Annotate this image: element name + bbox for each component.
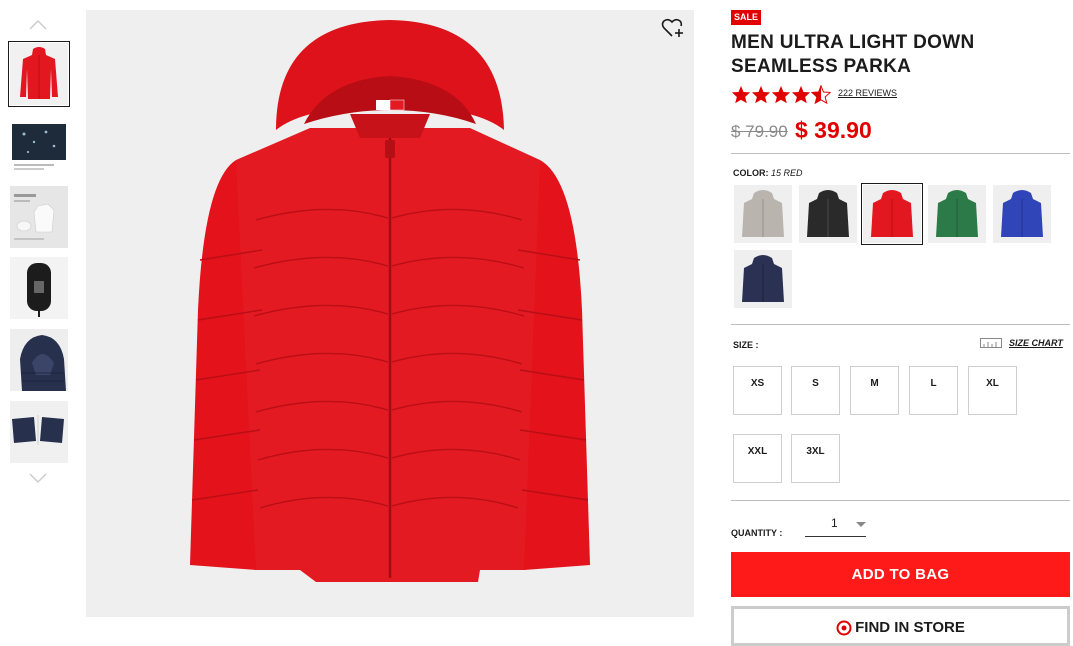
find-in-store-button[interactable]: FIND IN STORE bbox=[731, 606, 1070, 646]
star-icon bbox=[751, 85, 771, 104]
sale-badge: SALE bbox=[731, 10, 762, 25]
selected-color: 15 RED bbox=[771, 168, 803, 178]
swatch-blue[interactable] bbox=[993, 185, 1051, 243]
size-option-xs[interactable]: XS bbox=[733, 366, 782, 415]
size-option-3xl[interactable]: 3XL bbox=[791, 434, 840, 483]
reviews-link[interactable]: 222 REVIEWS bbox=[838, 88, 897, 98]
thumbnail-navy-sleeve-detail[interactable] bbox=[10, 401, 68, 463]
size-option-m[interactable]: M bbox=[850, 366, 899, 415]
swatch-navy[interactable] bbox=[734, 250, 792, 308]
swatch-red[interactable] bbox=[861, 183, 923, 245]
rating-stars bbox=[731, 85, 831, 104]
main-product-image bbox=[86, 10, 694, 617]
quantity-select[interactable]: 1 bbox=[805, 515, 866, 537]
chevron-up-icon[interactable] bbox=[28, 18, 48, 32]
add-to-bag-button[interactable]: ADD TO BAG bbox=[731, 552, 1070, 597]
color-label-text: COLOR: bbox=[733, 168, 769, 178]
ruler-icon bbox=[980, 338, 1002, 348]
product-title: MEN ULTRA LIGHT DOWN SEAMLESS PARKA bbox=[731, 32, 975, 77]
thumbnail-fabric-water-detail[interactable] bbox=[10, 114, 68, 176]
thumbnail-storage-pouch[interactable] bbox=[10, 257, 68, 319]
star-icon bbox=[731, 85, 751, 104]
star-icon bbox=[771, 85, 791, 104]
original-price: $ 79.90 bbox=[731, 122, 788, 141]
swatch-green[interactable] bbox=[928, 185, 986, 243]
divider bbox=[731, 324, 1070, 325]
size-chart-link[interactable]: SIZE CHART bbox=[980, 338, 1063, 348]
star-icon bbox=[791, 85, 811, 104]
thumbnail-packable-diagram[interactable] bbox=[10, 186, 68, 248]
swatch-black[interactable] bbox=[799, 185, 857, 243]
divider bbox=[731, 500, 1070, 501]
sale-price: $ 39.90 bbox=[795, 117, 872, 143]
heart-plus-icon[interactable] bbox=[661, 17, 685, 39]
find-in-store-label: FIND IN STORE bbox=[855, 619, 965, 636]
location-target-icon bbox=[836, 620, 852, 635]
chevron-down-icon[interactable] bbox=[28, 471, 48, 485]
divider bbox=[731, 153, 1070, 154]
thumbnail-jacket-red-front[interactable] bbox=[8, 41, 70, 107]
size-label: SIZE : bbox=[733, 340, 759, 350]
size-chart-label: SIZE CHART bbox=[1009, 338, 1063, 348]
size-option-xxl[interactable]: XXL bbox=[733, 434, 782, 483]
quantity-label: QUANTITY : bbox=[731, 528, 783, 538]
size-option-l[interactable]: L bbox=[909, 366, 958, 415]
size-option-s[interactable]: S bbox=[791, 366, 840, 415]
color-label: COLOR: 15 RED bbox=[733, 168, 803, 178]
caret-down-icon bbox=[856, 522, 866, 527]
size-option-xl[interactable]: XL bbox=[968, 366, 1017, 415]
thumbnail-navy-hood-detail[interactable] bbox=[10, 329, 68, 391]
quantity-value: 1 bbox=[831, 516, 838, 530]
star-half-icon bbox=[811, 85, 831, 104]
swatch-light-gray[interactable] bbox=[734, 185, 792, 243]
